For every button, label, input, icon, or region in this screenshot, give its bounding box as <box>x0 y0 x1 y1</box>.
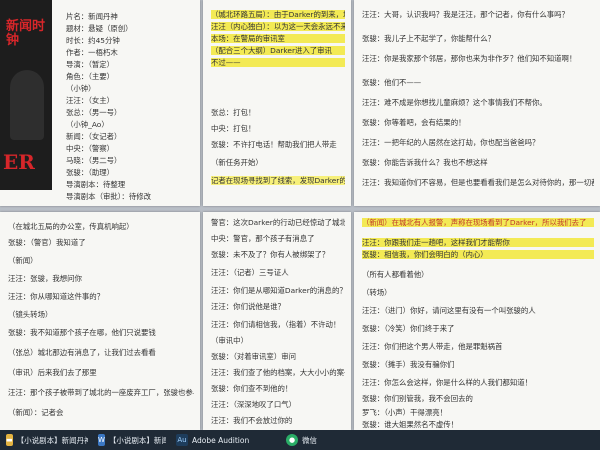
page-scene-4: 警官：这次Darker的行动已经惊动了城北警局，他在哪？ 中央：警官，那个孩子有… <box>203 212 351 430</box>
text-line: （审讯）后来我们去了那里 <box>8 368 97 377</box>
page-cover: 新闻时钟 ER 片名：新闻丹神 题材：悬疑（原创） 时长：约45分钟 作者：一梧… <box>0 0 200 206</box>
text-line: 张骏：不许打电话！帮助我们把人带走 <box>211 140 337 149</box>
text-line: 中央：警官，那个孩子有消息了 <box>211 234 315 243</box>
text-line: 张骏：（警官）我知道了 <box>8 238 86 247</box>
text-line: 汪汪：你们把这个男人带走，他是罪魁祸首 <box>362 342 503 351</box>
page-scene-1: （城北环路五局）：由于Darker的到来，城区有新变化的情况 汪汪（内心独白）：… <box>203 0 351 206</box>
text-line: 张骏：相信我，你们会明白的（内心） <box>362 250 594 259</box>
page-scene-5: （新闻）在城北有人报警，声称在现场看到了Darker，所以我们去了 汪汪：你跟我… <box>354 212 600 430</box>
text-line: 警官：这次Darker的行动已经惊动了城北警局，他在哪？ <box>211 218 345 227</box>
text-line: 汪汪：你跟我们走一趟吧，这样我们才能帮你 <box>362 238 594 247</box>
text-line: （审讯中） <box>211 336 248 345</box>
page-scene-2: 汪汪：大哥，认识我吗？我是汪汪，那个记者，你有什么事吗？ 张骏：我儿子上不起学了… <box>354 0 600 206</box>
text-line: 中央：（警察） <box>66 144 115 153</box>
text-line: 汪汪：大哥，认识我吗？我是汪汪，那个记者，你有什么事吗？ <box>362 10 569 19</box>
text-line: 张骏：你们查不到他的！ <box>211 384 293 393</box>
text-line: 汪汪：我们不会放过你的 <box>211 416 293 425</box>
document-icon: W <box>98 434 105 446</box>
text-line: （新闻） <box>8 256 38 265</box>
text-line: 张总：（男一号） <box>66 108 122 117</box>
folder-icon: ▬ <box>6 434 13 446</box>
taskbar-label: 微信 <box>302 435 317 445</box>
text-line: 汪汪：（记者）三号证人 <box>211 268 289 277</box>
text-line: （小钟_Ao） <box>66 120 109 129</box>
text-line: 汪汪：你们说他是谁？ <box>211 302 285 311</box>
text-line: 导演剧本：待整理 <box>66 180 126 189</box>
taskbar-label: 【小说剧本】新闻丹神 <box>16 435 88 445</box>
text-line: 张骏：（助理） <box>66 168 115 177</box>
text-line: 不过—— <box>211 58 345 67</box>
text-line: （配合三个大纲）Darker进入了审讯 <box>211 46 345 55</box>
text-line: （张总）城北那边有消息了，让我们过去看看 <box>8 348 156 357</box>
text-line: 张骏：我不知道那个孩子在哪，他们只说要钱 <box>8 328 156 337</box>
cast-list: 片名：新闻丹神 题材：悬疑（原创） 时长：约45分钟 作者：一梧朽木 导演：（暂… <box>58 0 200 206</box>
text-line: 汪汪：（进门）你好，请问这里有没有一个叫张骏的人 <box>362 306 536 315</box>
text-line: 张骏：（摊手）我没有骗你们 <box>362 360 455 369</box>
text-line: 汪汪：一把年纪的人居然在这打劫，你也配当爸爸吗？ <box>362 138 540 147</box>
text-line: （新闻）在城北有人报警，声称在现场看到了Darker，所以我们去了 <box>362 218 594 227</box>
page-scene-3: （在城北五局的办公室，传真机响起） 张骏：（警官）我知道了 （新闻） 汪汪：张骏… <box>0 212 200 430</box>
text-line: （新闻）：记者会 <box>8 408 64 417</box>
text-line: 张骏：未不及了？你有人被绑架了？ <box>211 250 330 259</box>
text-line: 汪汪：（深深地叹了口气） <box>211 400 296 409</box>
poster-sub: ER <box>3 150 35 174</box>
text-line: 片名：新闻丹神 <box>66 12 118 21</box>
text-line: 汪汪：你们请相信我，（指着）不许动！ <box>211 320 341 329</box>
text-line: 马晓：（男二号） <box>66 156 122 165</box>
text-line: 汪汪：（女主） <box>66 96 115 105</box>
text-line: 汪汪：那个孩子被带到了城北的一座废弃工厂，张骏也参与了这件事 <box>8 388 194 397</box>
text-line: 张骏：谁大姐果然名不虚传！ <box>362 420 459 429</box>
text-line: 角色：（主要） <box>66 72 115 81</box>
taskbar-item-folder[interactable]: ▬ 【小说剧本】新闻丹神 <box>6 432 88 448</box>
taskbar-label: 【小说剧本】新闻... <box>108 435 166 445</box>
poster-figure <box>10 70 44 140</box>
taskbar-item-audition[interactable]: Au Adobe Audition <box>176 432 266 448</box>
text-line: 汪汪：你怎么会这样，你是什么样的人我们都知道！ <box>362 378 532 387</box>
text-line: 汪汪：你从哪知道这件事的？ <box>8 292 105 301</box>
text-line: 张骏：（对着审讯室）审问 <box>211 352 296 361</box>
text-line: 张骏：你等着吧，会有结果的！ <box>362 118 466 127</box>
text-line: 汪汪：你们是从哪知道Darker的消息的？ <box>211 286 345 295</box>
wechat-icon: ● <box>286 434 298 446</box>
text-line: 作者：一梧朽木 <box>66 48 118 57</box>
text-line: 汪汪：张骏，我想问你 <box>8 274 82 283</box>
text-line: 新闻：（女记者） <box>66 132 122 141</box>
text-line: 张骏：（冷笑）你们终于来了 <box>362 324 455 333</box>
text-line: 本场：在警局的审讯室 <box>211 34 345 43</box>
text-line: （转场） <box>362 288 392 297</box>
text-line: 题材：悬疑（原创） <box>66 24 133 33</box>
text-line: 张总：打包！ <box>211 108 256 117</box>
text-line: 汪汪：我知道你们不容易，但是也要看看我们是怎么对待你的，那一切都是为了你好，不要… <box>362 178 594 187</box>
taskbar: ▬ 【小说剧本】新闻丹神 W 【小说剧本】新闻... Au Adobe Audi… <box>0 430 600 450</box>
text-line: 张骏：我儿子上不起学了，你能帮什么？ <box>362 34 496 43</box>
text-line: （所有人都看着他） <box>362 270 429 279</box>
text-line: 张骏：他们不—— <box>362 78 422 87</box>
text-line: 汪汪：我们查了他的档案，大大小小的案子都有，这次又被他骗了，我…… <box>211 368 345 377</box>
audition-icon: Au <box>176 434 188 446</box>
document-viewport[interactable]: 新闻时钟 ER 片名：新闻丹神 题材：悬疑（原创） 时长：约45分钟 作者：一梧… <box>0 0 600 430</box>
text-line: （在城北五局的办公室，传真机响起） <box>8 222 134 231</box>
text-line: 中央：打包！ <box>211 124 256 133</box>
poster-title: 新闻时钟 <box>6 19 46 48</box>
text-line: 张骏：你能告诉我什么？我也不想这样 <box>362 158 488 167</box>
taskbar-item-document[interactable]: W 【小说剧本】新闻... <box>98 432 166 448</box>
taskbar-item-wechat[interactable]: ● 微信 <box>286 432 336 448</box>
text-line: （新任务开始） <box>211 158 263 167</box>
text-line: 汪汪（内心独白）：以为这一天会永远不来 <box>211 22 345 31</box>
text-line: （城北环路五局）：由于Darker的到来，城区有新变化的情况 <box>211 10 345 19</box>
text-line: （镜头转场） <box>8 310 53 319</box>
text-line: 时长：约45分钟 <box>66 36 120 45</box>
text-line: 导演剧本（审批）：待修改 <box>66 192 151 201</box>
text-line: 导演：（暂定） <box>66 60 115 69</box>
text-line: 记者在现场寻找到了线索，发现Darker的痕迹 <box>211 176 345 185</box>
text-line: 张骏：你们别管我，我不会回去的 <box>362 394 473 403</box>
text-line: 罗飞：（小声）干得漂亮！ <box>362 408 447 417</box>
taskbar-label: Adobe Audition <box>192 435 250 445</box>
poster-image: 新闻时钟 ER <box>0 0 52 190</box>
text-line: 汪汪：难不成是你想找儿童麻烦？这个事情我们不帮你。 <box>362 98 547 107</box>
text-line: 汪汪：你是我家那个邻居，那你也来为非作歹？他们知不知道啊！ <box>362 54 577 63</box>
text-line: （小钟） <box>66 84 96 93</box>
